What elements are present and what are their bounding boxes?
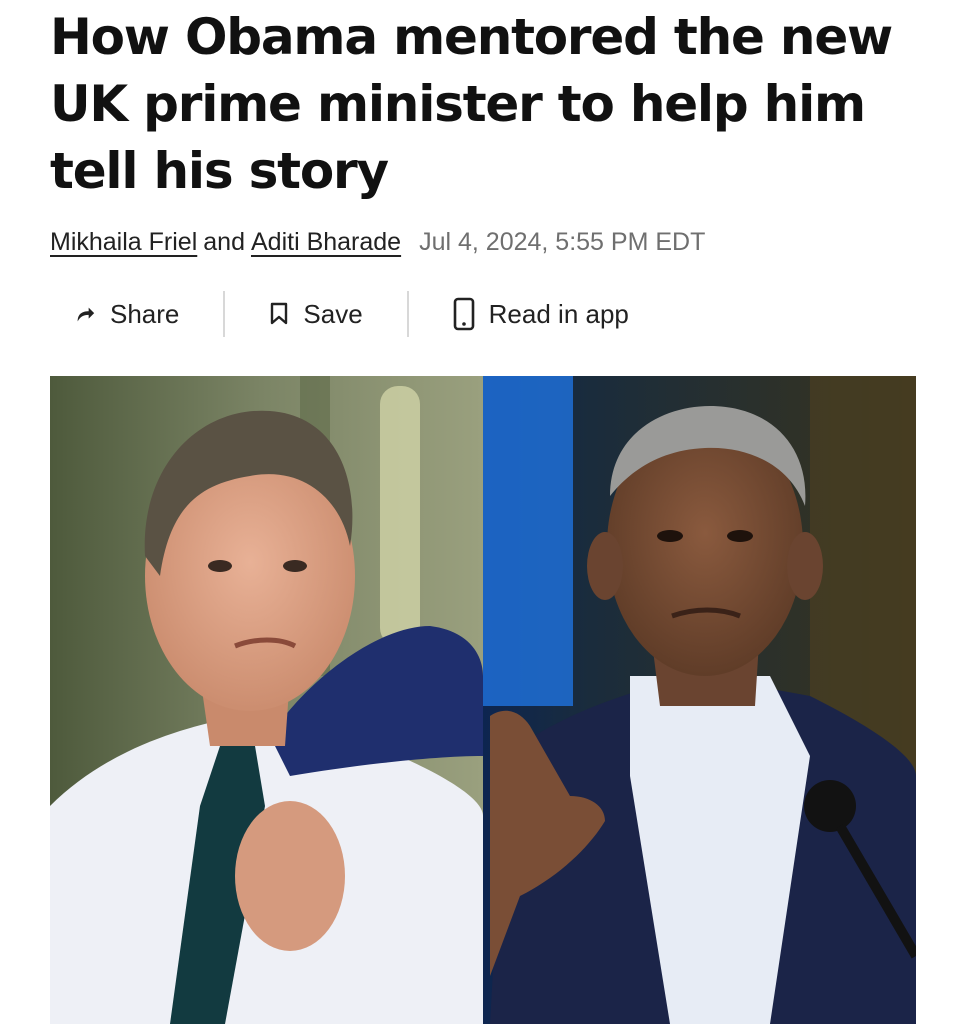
share-button[interactable]: Share [50,288,223,340]
share-arrow-icon [74,303,96,325]
author-link-1[interactable]: Mikhaila Friel [50,228,197,257]
article-headline: How Obama mentored the new UK prime mini… [50,8,893,200]
byline: Mikhaila Friel and Aditi Bharade Jul 4, … [50,222,705,262]
article-hero-image [50,376,916,1024]
bookmark-icon [269,302,289,326]
phone-icon [453,297,475,331]
left-photo [50,376,483,1024]
share-label: Share [110,298,180,329]
article-actions-bar: Share Save Read in app [50,288,629,340]
save-label: Save [303,298,363,329]
save-button[interactable]: Save [225,288,406,340]
publish-date: Jul 4, 2024, 5:55 PM EDT [419,227,706,256]
author-link-2[interactable]: Aditi Bharade [251,228,401,257]
author-separator: and [203,227,245,256]
right-photo [483,376,916,1024]
read-in-app-label: Read in app [488,298,629,329]
read-in-app-button[interactable]: Read in app [409,288,629,340]
